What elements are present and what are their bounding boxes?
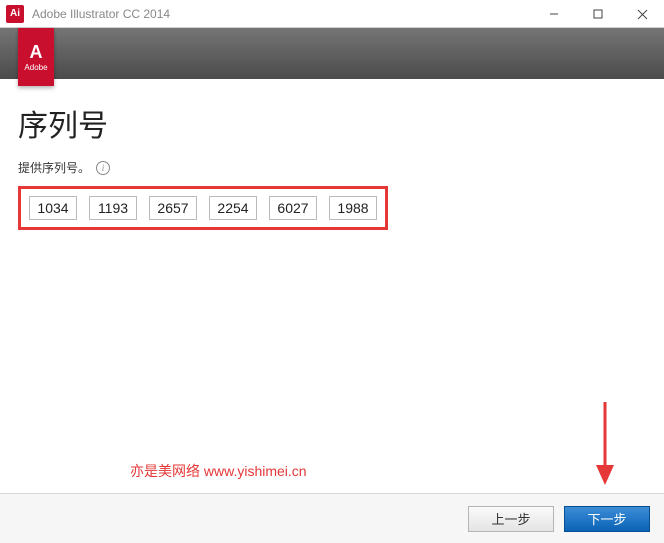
next-button[interactable]: 下一步	[564, 506, 650, 532]
header-band: A Adobe	[0, 28, 664, 79]
app-icon: Ai	[6, 5, 24, 23]
window-controls	[532, 0, 664, 28]
watermark-text: 亦是美网络 www.yishimei.cn	[130, 461, 307, 481]
serial-field-1[interactable]	[29, 196, 77, 220]
serial-field-6[interactable]	[329, 196, 377, 220]
annotation-arrow-icon	[590, 397, 620, 487]
maximize-button[interactable]	[576, 0, 620, 28]
serial-field-4[interactable]	[209, 196, 257, 220]
subtitle-row: 提供序列号。 i	[18, 159, 646, 176]
info-icon[interactable]: i	[96, 161, 110, 175]
adobe-logo-badge: A Adobe	[18, 28, 54, 86]
window-title: Adobe Illustrator CC 2014	[32, 7, 170, 21]
back-button[interactable]: 上一步	[468, 506, 554, 532]
serial-field-5[interactable]	[269, 196, 317, 220]
serial-number-group	[18, 186, 388, 230]
window-titlebar: Ai Adobe Illustrator CC 2014	[0, 0, 664, 28]
logo-sub: Adobe	[24, 63, 47, 72]
subtitle-text: 提供序列号。	[18, 159, 90, 176]
page-title: 序列号	[18, 101, 646, 145]
footer-bar: 上一步 下一步	[0, 493, 664, 543]
serial-field-3[interactable]	[149, 196, 197, 220]
main-content: 序列号 提供序列号。 i	[0, 79, 664, 230]
close-button[interactable]	[620, 0, 664, 28]
logo-main: A	[30, 43, 43, 61]
minimize-button[interactable]	[532, 0, 576, 28]
serial-field-2[interactable]	[89, 196, 137, 220]
